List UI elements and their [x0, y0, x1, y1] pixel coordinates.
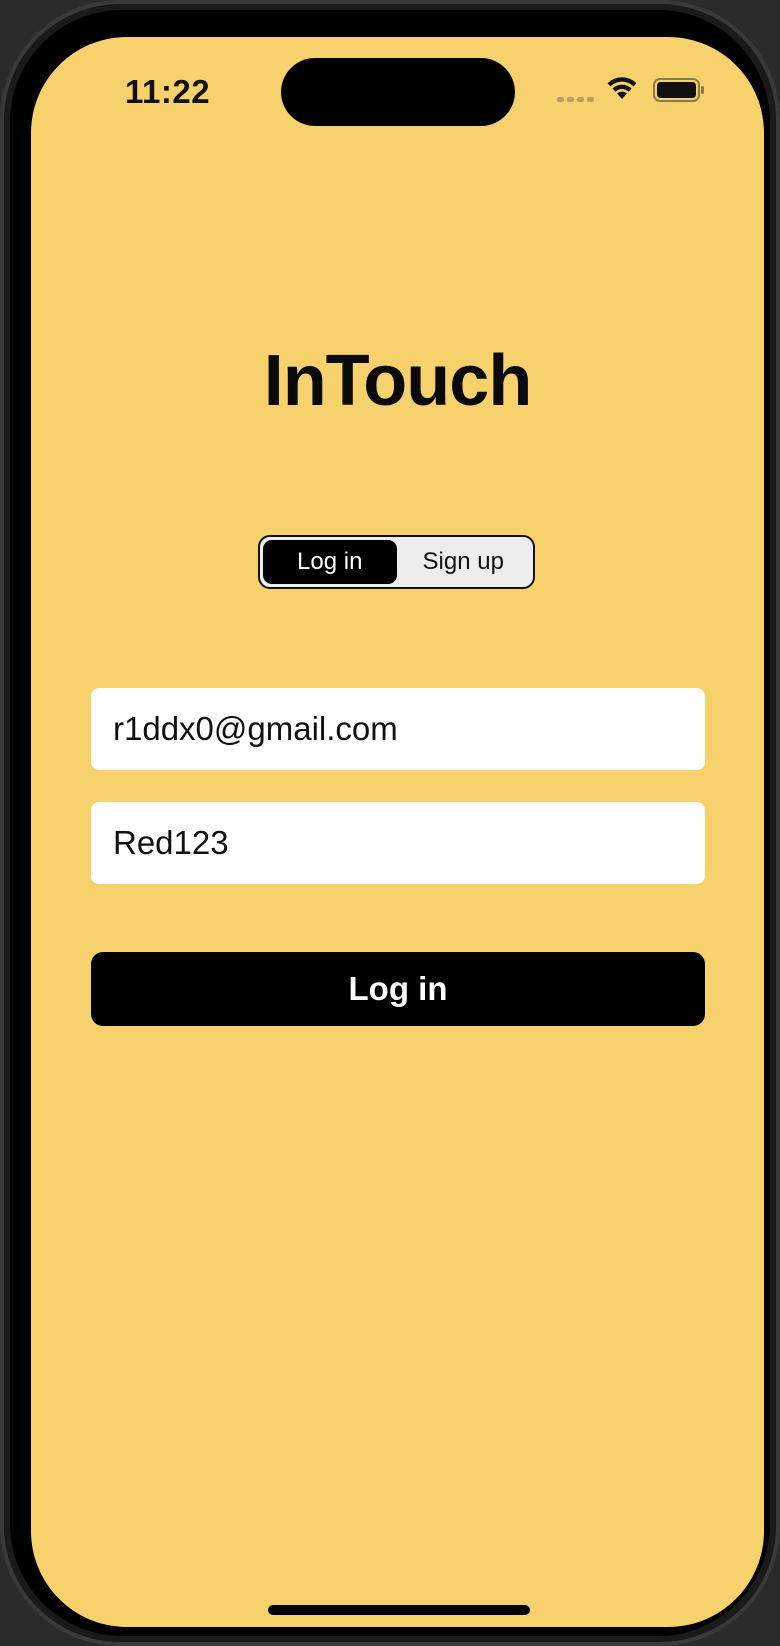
home-indicator[interactable] [268, 1605, 530, 1615]
tab-log-in[interactable]: Log in [263, 540, 397, 584]
wifi-icon [607, 77, 637, 99]
app-screen: 11:22 InTouch Log in Sign up r1ddx0@gmai… [31, 37, 764, 1627]
device-bezel: 11:22 InTouch Log in Sign up r1ddx0@gmai… [10, 10, 770, 1636]
tab-sign-up[interactable]: Sign up [397, 540, 531, 584]
dynamic-island [281, 58, 515, 126]
password-field-value: Red123 [113, 824, 229, 861]
status-time: 11:22 [125, 73, 211, 110]
email-field[interactable]: r1ddx0@gmail.com [91, 688, 705, 770]
auth-mode-switch: Log in Sign up [258, 535, 535, 589]
device-frame: 11:22 InTouch Log in Sign up r1ddx0@gmai… [0, 0, 780, 1646]
log-in-button-label: Log in [348, 970, 448, 1007]
battery-icon [653, 78, 704, 102]
cellular-signal-icon [557, 97, 594, 102]
password-field[interactable]: Red123 [91, 802, 705, 884]
log-in-button[interactable]: Log in [91, 952, 705, 1026]
email-field-value: r1ddx0@gmail.com [113, 710, 398, 747]
app-title: InTouch [263, 341, 533, 421]
